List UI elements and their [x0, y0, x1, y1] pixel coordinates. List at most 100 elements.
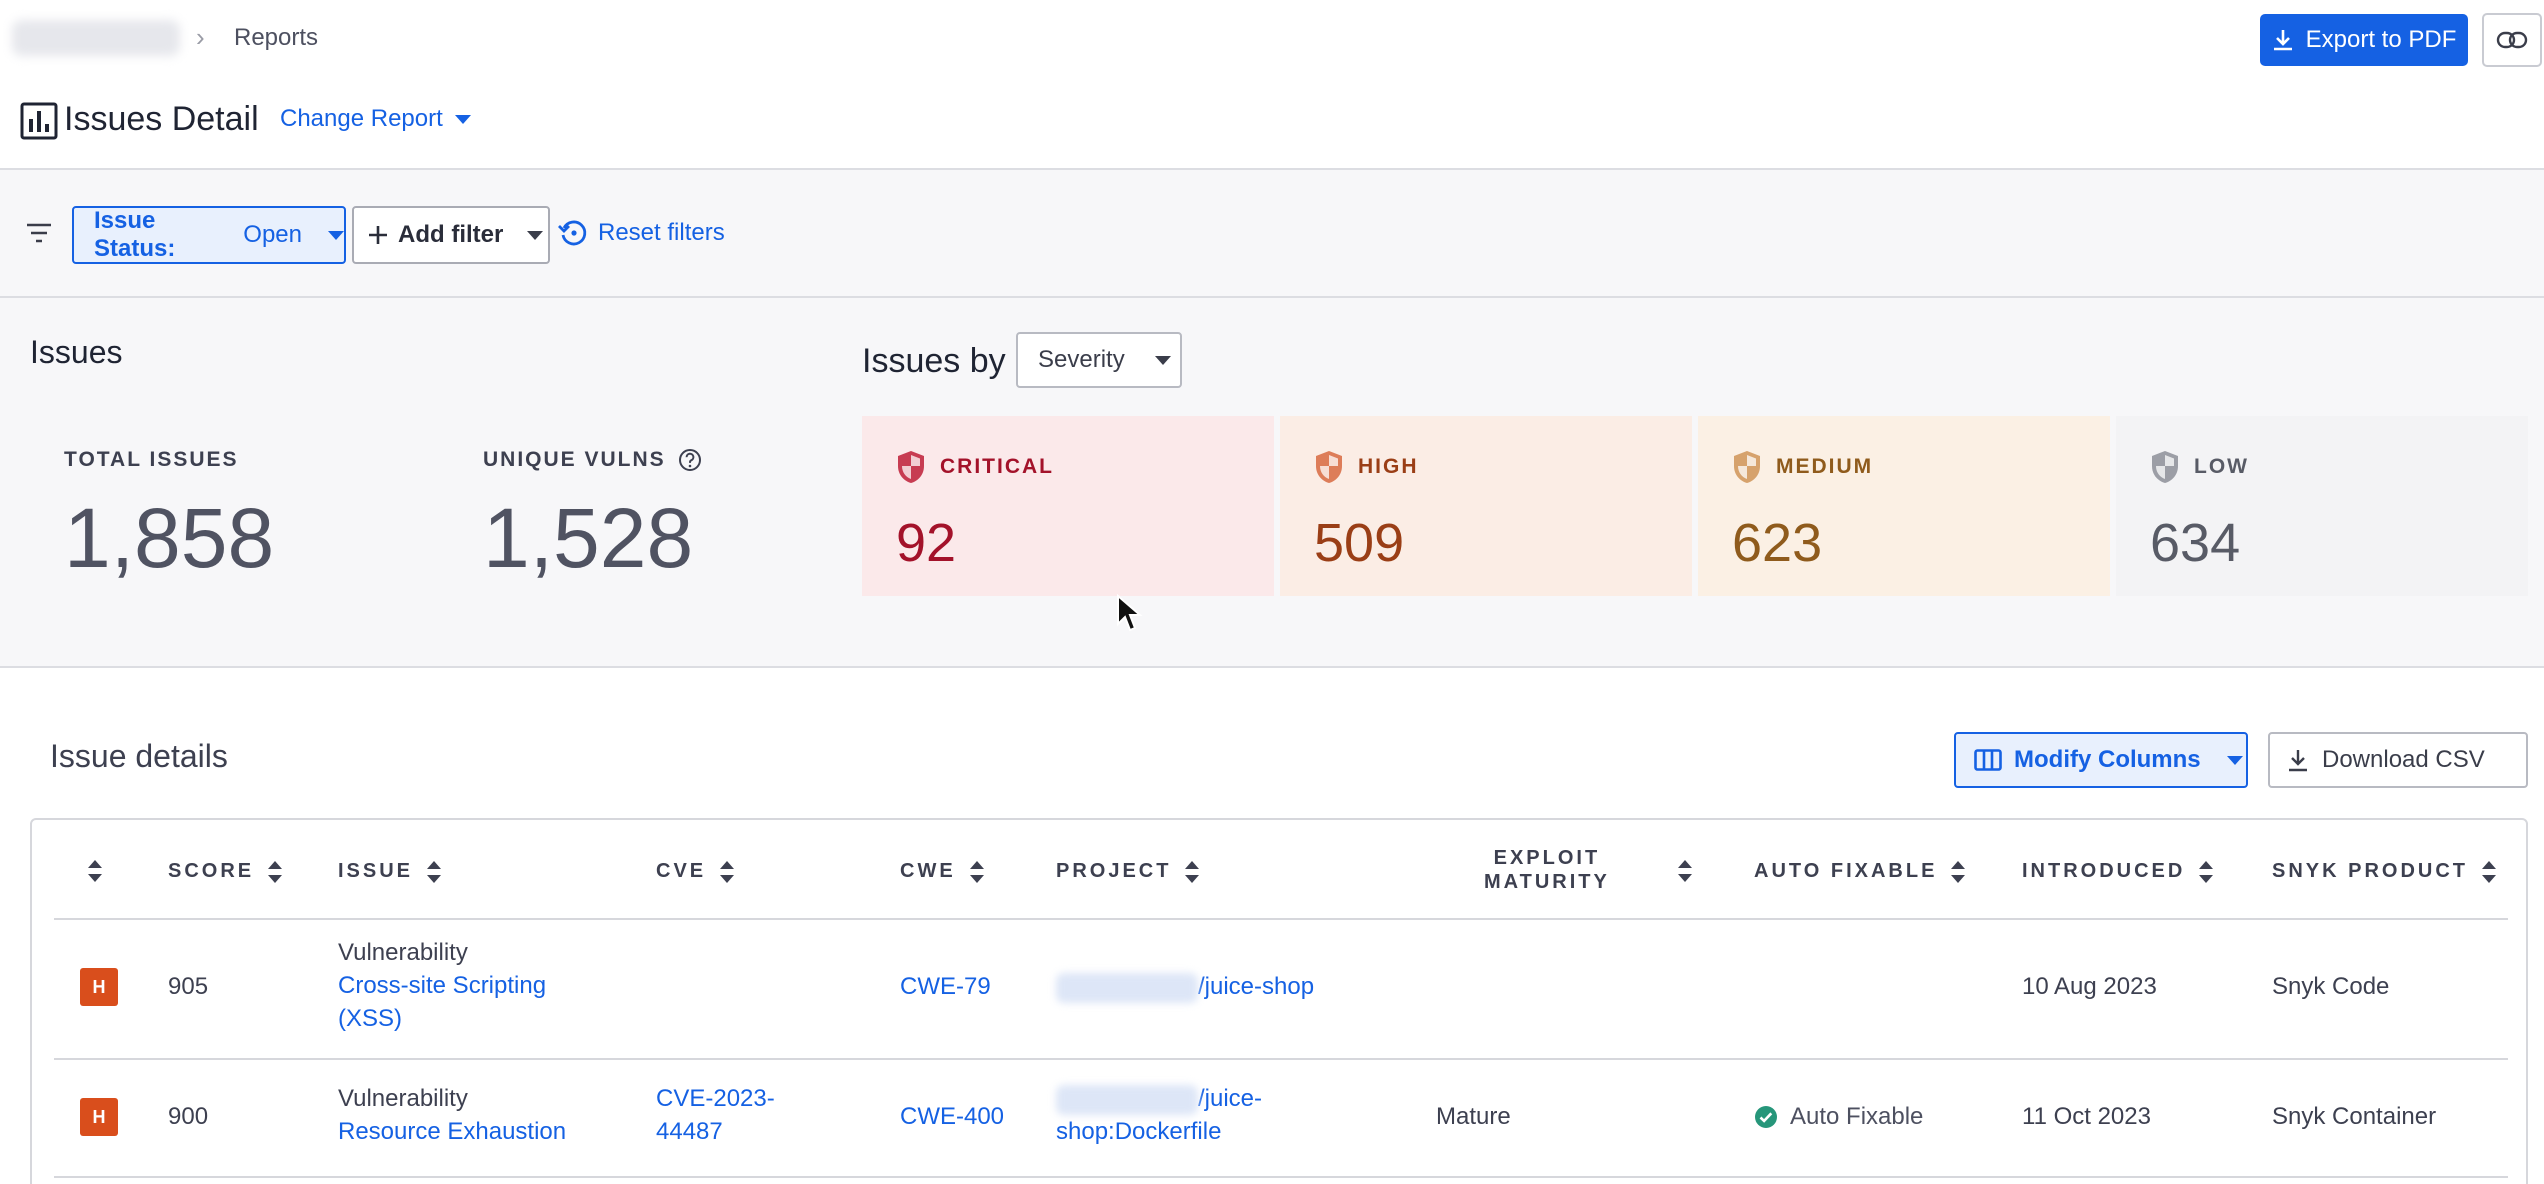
issue-cell: Vulnerability Cross-site Scripting (XSS): [338, 936, 546, 1035]
cwe-link[interactable]: CWE-400: [900, 1100, 1004, 1133]
score-cell: 905: [168, 973, 209, 1000]
column-header-exploit-maturity[interactable]: EXPLOIT MATURITY: [1484, 846, 1610, 894]
project-org-redacted: [1056, 972, 1198, 1003]
cve-link[interactable]: CVE-2023- 44487: [656, 1082, 775, 1148]
change-report-dropdown[interactable]: Change Report: [280, 105, 471, 133]
auto-fixable-label: Auto Fixable: [1790, 1103, 1924, 1130]
download-icon: [2273, 30, 2292, 51]
report-chart-icon: [20, 102, 58, 140]
severity-card-header: HIGH: [1314, 450, 1692, 484]
severity-high-badge: H: [80, 1098, 118, 1136]
download-icon: [2289, 750, 2307, 772]
column-label-line-1: EXPLOIT: [1493, 847, 1601, 869]
auto-fixable-cell: Auto Fixable: [1754, 1100, 1923, 1133]
filter-icon[interactable]: [26, 222, 52, 244]
column-label: CWE: [900, 860, 956, 882]
score-cell: 900: [168, 1103, 209, 1130]
export-to-pdf-button[interactable]: Export to PDF: [2260, 14, 2468, 66]
severity-card-critical[interactable]: CRITICAL 92: [862, 416, 1274, 596]
issue-title-link[interactable]: Cross-site Scripting: [338, 969, 546, 1002]
breadcrumb-reports[interactable]: Reports: [234, 24, 318, 52]
copy-link-button[interactable]: [2482, 13, 2542, 67]
sort-icon: [88, 860, 102, 882]
issue-details-heading: Issue details: [50, 738, 228, 774]
issues-heading: Issues: [30, 334, 123, 370]
severity-card-medium[interactable]: MEDIUM 623: [1698, 416, 2110, 596]
project-name: /juice-shop: [1198, 973, 1315, 1000]
column-header-score[interactable]: SCORE: [168, 860, 283, 883]
reset-filters-label: Reset filters: [598, 219, 725, 246]
issues-summary: Issues TOTAL ISSUES 1,858 UNIQUE VULNS 1…: [0, 298, 2544, 668]
issue-type: Vulnerability: [338, 1085, 468, 1112]
download-csv-label: Download CSV: [2322, 746, 2485, 773]
column-header-cwe[interactable]: CWE: [900, 860, 984, 883]
shield-icon: [1316, 451, 1342, 483]
group-by-value: Severity: [1038, 346, 1125, 373]
caret-down-icon: [328, 230, 344, 240]
severity-card-header: LOW: [2150, 450, 2528, 484]
caret-down-icon: [2226, 755, 2243, 765]
page-title: Issues Detail: [64, 100, 259, 138]
sort-icon: [1678, 860, 1692, 882]
issue-title-link-cont[interactable]: (XSS): [338, 1002, 546, 1035]
introduced-cell: 11 Oct 2023: [2022, 1103, 2151, 1130]
sort-icon: [1185, 860, 1200, 883]
column-label: SNYK PRODUCT: [2272, 860, 2469, 882]
filter-bar: Issue Status: Open Add filter Reset filt…: [0, 170, 2544, 298]
issue-title-link[interactable]: Resource Exhaustion: [338, 1115, 566, 1148]
export-label: Export to PDF: [2305, 26, 2457, 53]
issue-status-filter[interactable]: Issue Status: Open: [72, 206, 346, 264]
check-circle-icon: [1755, 1105, 1777, 1128]
severity-label: HIGH: [1358, 455, 1419, 478]
add-filter-label: Add filter: [398, 221, 504, 248]
add-filter-button[interactable]: Add filter: [352, 206, 550, 264]
link-icon: [2496, 31, 2528, 49]
column-header-cve[interactable]: CVE: [656, 860, 735, 883]
column-header-introduced[interactable]: INTRODUCED: [2022, 860, 2214, 883]
caret-down-icon: [527, 230, 544, 240]
project-link[interactable]: /juice- shop:Dockerfile: [1056, 1082, 1262, 1148]
unique-vulns-label: UNIQUE VULNS: [483, 448, 702, 472]
column-header-auto-fixable[interactable]: AUTO FIXABLE: [1754, 860, 1966, 883]
exploit-maturity-sort[interactable]: [1678, 860, 1692, 882]
project-link[interactable]: /juice-shop: [1056, 970, 1314, 1003]
reset-filters-button[interactable]: Reset filters: [558, 218, 725, 248]
total-issues-label: TOTAL ISSUES: [64, 448, 239, 472]
severity-card-low[interactable]: LOW 634: [2116, 416, 2528, 596]
severity-label: LOW: [2194, 455, 2249, 478]
change-report-label: Change Report: [280, 105, 443, 132]
cve-line-2: 44487: [656, 1118, 723, 1145]
filter-label: Issue Status:: [94, 207, 176, 262]
cwe-link[interactable]: CWE-79: [900, 970, 991, 1003]
column-header-project[interactable]: PROJECT: [1056, 860, 1200, 883]
sort-severity-header[interactable]: [88, 860, 102, 882]
caret-down-icon: [1154, 355, 1171, 365]
filter-value: Open: [243, 221, 302, 248]
severity-label: CRITICAL: [940, 455, 1054, 478]
product-cell: Snyk Code: [2272, 973, 2390, 1000]
breadcrumb-org-link[interactable]: [12, 20, 180, 56]
column-header-issue[interactable]: ISSUE: [338, 860, 442, 883]
modify-columns-label: Modify Columns: [2014, 746, 2201, 773]
column-header-snyk-product[interactable]: SNYK PRODUCT: [2272, 860, 2497, 883]
help-icon[interactable]: [678, 448, 702, 472]
column-label: EXPLOIT MATURITY: [1484, 846, 1610, 894]
severity-label: MEDIUM: [1776, 455, 1874, 478]
download-csv-button[interactable]: Download CSV: [2268, 732, 2528, 788]
sort-icon: [720, 860, 735, 883]
shield-icon: [1734, 451, 1760, 483]
column-label-line-2: MATURITY: [1484, 871, 1610, 893]
issue-cell: Vulnerability Resource Exhaustion: [338, 1082, 566, 1148]
project-org-redacted: [1056, 1084, 1198, 1115]
shield-icon: [898, 451, 924, 483]
unique-vulns-value: 1,528: [483, 491, 694, 585]
column-label: CVE: [656, 860, 707, 882]
severity-card-high[interactable]: HIGH 509: [1280, 416, 1692, 596]
group-by-select[interactable]: Severity: [1016, 332, 1182, 388]
column-label: PROJECT: [1056, 860, 1172, 882]
column-label: SCORE: [168, 860, 255, 882]
sort-icon: [268, 860, 283, 883]
modify-columns-button[interactable]: Modify Columns: [1954, 732, 2248, 788]
column-label: ISSUE: [338, 860, 414, 882]
reset-icon: [558, 220, 587, 246]
